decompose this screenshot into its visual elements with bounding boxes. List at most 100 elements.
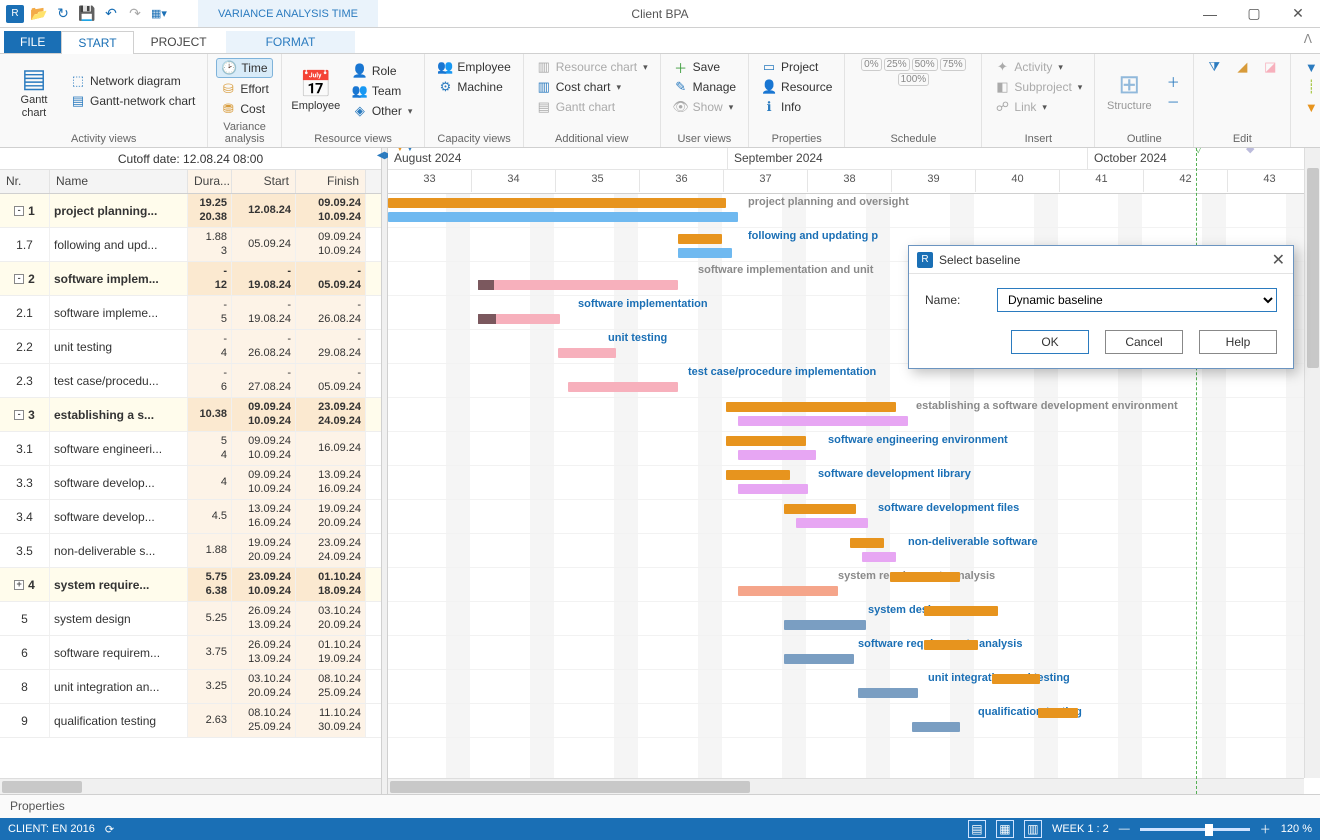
variance-time-button[interactable]: 🕑Time [216, 58, 272, 78]
gantt-bar[interactable] [478, 314, 560, 324]
gantt-chart-button[interactable]: ▤ Gantt chart [8, 58, 60, 124]
properties-panel-header[interactable]: Properties [0, 794, 1320, 818]
project-props-button[interactable]: ▭Project [757, 58, 836, 76]
highlight-button[interactable]: ◢ [1230, 58, 1254, 76]
tab-start[interactable]: START [61, 31, 133, 54]
expander-icon[interactable]: + [14, 580, 24, 590]
table-hscrollbar[interactable] [0, 778, 381, 794]
uv-show-button[interactable]: 👁Show▾ [669, 98, 740, 116]
gantt-bar[interactable] [388, 198, 726, 208]
gantt-bar[interactable] [558, 348, 616, 358]
insert-link-button[interactable]: ☍Link▾ [990, 98, 1086, 116]
tab-format[interactable]: FORMAT [226, 31, 356, 53]
gantt-bar[interactable] [678, 248, 732, 258]
employee-big-button[interactable]: 📅 Employee [290, 58, 342, 124]
variance-effort-button[interactable]: ⛁Effort [216, 80, 272, 98]
col-nr[interactable]: Nr. [0, 170, 50, 193]
schedule-100[interactable]: 100% [898, 73, 930, 86]
gantt-bar[interactable] [738, 586, 838, 596]
gantt-bar[interactable] [912, 722, 960, 732]
insert-activity-button[interactable]: ✦Activity▾ [990, 58, 1086, 76]
gantt-bar[interactable] [992, 674, 1040, 684]
uv-manage-button[interactable]: ✎Manage [669, 78, 740, 96]
table-row[interactable]: 2.3test case/procedu...-6-27.08.24-05.09… [0, 364, 381, 398]
gantt-bar[interactable] [850, 538, 884, 548]
status-view2-icon[interactable]: ▦ [996, 820, 1014, 838]
zoom-slider[interactable] [1140, 828, 1250, 831]
scroll-cutoff-button[interactable]: ▼Cutoff date [1299, 58, 1320, 76]
qat-more-icon[interactable]: ▦▾ [150, 5, 168, 23]
close-button[interactable]: ✕ [1276, 0, 1320, 27]
structure-button[interactable]: ⊞ Structure [1103, 58, 1155, 124]
table-row[interactable]: 2.1software impleme...-5-19.08.24-26.08.… [0, 296, 381, 330]
gantt-bar[interactable] [678, 234, 722, 244]
gantt-bar[interactable] [924, 606, 998, 616]
variance-cost-button[interactable]: ⛃Cost [216, 100, 272, 118]
gantt-bar[interactable] [784, 620, 866, 630]
gantt-bar[interactable] [726, 402, 896, 412]
cost-chart-button[interactable]: ▥Cost chart▾ [532, 78, 652, 96]
expander-icon[interactable]: - [14, 410, 24, 420]
maximize-button[interactable]: ▢ [1232, 0, 1276, 27]
table-row[interactable]: 2.2unit testing-4-26.08.24-29.08.24 [0, 330, 381, 364]
open-icon[interactable]: 📂 [30, 5, 48, 23]
info-button[interactable]: ℹInfo [757, 98, 836, 116]
table-row[interactable]: 9qualification testing2.6308.10.2425.09.… [0, 704, 381, 738]
other-button[interactable]: ◈Other▾ [348, 102, 417, 120]
gantt-bar[interactable] [784, 654, 854, 664]
gantt-bar[interactable] [738, 416, 908, 426]
baseline-select[interactable]: Dynamic baseline [997, 288, 1277, 312]
table-row[interactable]: 3.1software engineeri...5409.09.2410.09.… [0, 432, 381, 466]
table-row[interactable]: +4system require...5.756.3823.09.2410.09… [0, 568, 381, 602]
insert-subproject-button[interactable]: ◧Subproject▾ [990, 78, 1086, 96]
refresh-icon[interactable]: ↻ [54, 5, 72, 23]
schedule-50[interactable]: 50% [912, 58, 938, 71]
gantt-vscrollbar[interactable] [1304, 148, 1320, 778]
help-button[interactable]: Help [1199, 330, 1277, 354]
gantt-bar[interactable] [862, 552, 896, 562]
col-duration[interactable]: Dura... [188, 170, 232, 193]
gantt-bar[interactable] [796, 518, 868, 528]
gantt-bar[interactable] [738, 484, 808, 494]
gantt-row[interactable] [388, 704, 1320, 738]
table-row[interactable]: 8unit integration an...3.2503.10.2420.09… [0, 670, 381, 704]
col-finish[interactable]: Finish [296, 170, 366, 193]
table-row[interactable]: -2software implem...-12-19.08.24-05.09.2… [0, 262, 381, 296]
team-button[interactable]: 👥Team [348, 82, 417, 100]
status-refresh-icon[interactable]: ⟳ [105, 823, 114, 836]
role-button[interactable]: 👤Role [348, 62, 417, 80]
expander-icon[interactable]: - [14, 206, 24, 216]
schedule-75[interactable]: 75% [940, 58, 966, 71]
table-row[interactable]: -3establishing a s...10.3809.09.2410.09.… [0, 398, 381, 432]
save-icon[interactable]: 💾 [78, 5, 96, 23]
expander-icon[interactable]: - [14, 274, 24, 284]
collapse-ribbon-icon[interactable]: ᐱ [1304, 32, 1312, 46]
table-row[interactable]: 5system design5.2526.09.2413.09.2403.10.… [0, 602, 381, 636]
eraser-button[interactable]: ◪ [1258, 58, 1282, 76]
capacity-employee-button[interactable]: 👥Employee [433, 58, 514, 76]
undo-icon[interactable]: ↶ [102, 5, 120, 23]
network-diagram-button[interactable]: ⬚Network diagram [66, 72, 199, 90]
schedule-25[interactable]: 25% [884, 58, 910, 71]
dialog-close-button[interactable]: ✕ [1272, 250, 1285, 270]
gantt-network-button[interactable]: ▤Gantt-network chart [66, 92, 199, 110]
gantt-hscrollbar[interactable] [388, 778, 1304, 794]
gantt-row[interactable] [388, 670, 1320, 704]
add-gantt-button[interactable]: ▤Gantt chart [532, 98, 652, 116]
cancel-button[interactable]: Cancel [1105, 330, 1183, 354]
table-row[interactable]: 6software requirem...3.7526.09.2413.09.2… [0, 636, 381, 670]
col-start[interactable]: Start [232, 170, 296, 193]
status-view1-icon[interactable]: ▤ [968, 820, 986, 838]
gantt-bar[interactable] [924, 640, 978, 650]
resource-chart-button[interactable]: ▥Resource chart▾ [532, 58, 652, 76]
resource-props-button[interactable]: 👤Resource [757, 78, 836, 96]
gantt-bar[interactable] [726, 436, 806, 446]
gantt-row[interactable] [388, 636, 1320, 670]
zoom-in-button[interactable]: ＋ [1260, 821, 1271, 837]
scroll-project-start-button[interactable]: ▼Project start▾ [1299, 98, 1320, 116]
table-row[interactable]: 3.3software develop...409.09.2410.09.241… [0, 466, 381, 500]
status-view3-icon[interactable]: ▥ [1024, 820, 1042, 838]
gantt-bar[interactable] [478, 280, 678, 290]
filter-button[interactable]: ⧩ [1202, 58, 1226, 76]
table-row[interactable]: -1project planning...19.2520.3812.08.240… [0, 194, 381, 228]
